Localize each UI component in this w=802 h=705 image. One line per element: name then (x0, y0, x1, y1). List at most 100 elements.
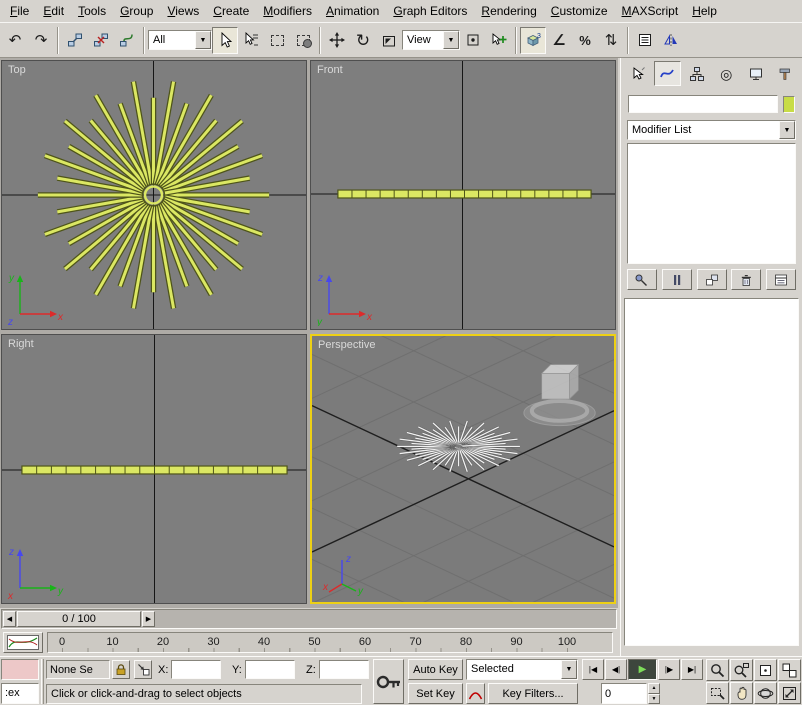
min-max-toggle-button[interactable] (778, 682, 801, 704)
menu-graph-editors[interactable]: Graph Editors (386, 1, 474, 21)
chevron-down-icon[interactable]: ▼ (779, 121, 795, 139)
remove-modifier-button[interactable] (731, 269, 761, 290)
menu-modifiers[interactable]: Modifiers (256, 1, 319, 21)
viewport-right[interactable]: Right z y x (1, 334, 307, 604)
zoom-extents-button[interactable] (754, 659, 777, 681)
tab-motion[interactable]: ◎ (713, 61, 740, 86)
rectangular-selection-button[interactable] (264, 27, 290, 54)
viewport-front[interactable]: Front z x y (310, 60, 616, 330)
menu-animation[interactable]: Animation (319, 1, 386, 21)
play-animation-button[interactable]: ▶ (628, 659, 657, 680)
auto-key-button[interactable]: Auto Key (408, 659, 463, 680)
viewport-label-right[interactable]: Right (8, 338, 34, 350)
tab-display[interactable] (742, 61, 769, 86)
menu-create[interactable]: Create (206, 1, 256, 21)
starburst-object-right[interactable] (22, 466, 287, 474)
tab-hierarchy[interactable] (683, 61, 710, 86)
menu-group[interactable]: Group (113, 1, 160, 21)
zoom-region-button[interactable] (706, 682, 729, 704)
select-and-move-button[interactable] (324, 27, 350, 54)
menu-rendering[interactable]: Rendering (474, 1, 543, 21)
spinner-snap-button[interactable]: ⇅ (598, 27, 624, 54)
viewport-label-perspective[interactable]: Perspective (318, 339, 375, 351)
x-coordinate-field[interactable] (171, 660, 221, 679)
previous-frame-arrow[interactable]: ◀ (3, 611, 16, 627)
modifier-list-dropdown[interactable]: Modifier List ▼ (627, 120, 796, 140)
named-selection-sets-button[interactable] (632, 27, 658, 54)
bind-to-spacewarp-button[interactable] (114, 27, 140, 54)
undo-button[interactable]: ↶ (2, 27, 28, 54)
make-unique-button[interactable] (697, 269, 727, 290)
key-filters-button[interactable]: Key Filters... (488, 683, 578, 704)
menu-tools[interactable]: Tools (71, 1, 113, 21)
mini-curve-editor-button[interactable] (3, 632, 43, 653)
tab-modify[interactable] (654, 61, 681, 86)
menu-views[interactable]: Views (160, 1, 206, 21)
spinner-down-button[interactable]: ▼ (648, 694, 660, 705)
zoom-extents-all-button[interactable] (778, 659, 801, 681)
viewport-top[interactable]: Top y x z (1, 60, 307, 330)
key-mode-dropdown[interactable]: Selected ▼ (466, 659, 578, 680)
time-slider-handle[interactable]: 0 / 100 (17, 611, 141, 627)
next-frame-button[interactable]: |▶ (658, 659, 680, 680)
select-by-name-button[interactable] (238, 27, 264, 54)
current-frame-field[interactable] (601, 683, 647, 704)
select-and-manipulate-button[interactable] (486, 27, 512, 54)
starburst-object-front[interactable] (338, 190, 591, 198)
reference-coord-dropdown[interactable]: View ▼ (402, 30, 460, 50)
next-frame-arrow[interactable]: ▶ (142, 611, 155, 627)
maxscript-listener-pane[interactable]: :ex (1, 683, 39, 704)
arc-rotate-button[interactable] (754, 682, 777, 704)
time-slider-track[interactable]: ◀ 0 / 100 ▶ (1, 609, 617, 629)
configure-modifier-sets-button[interactable] (766, 269, 796, 290)
set-key-button[interactable]: Set Key (408, 683, 463, 704)
select-object-button[interactable] (212, 27, 238, 54)
y-coordinate-field[interactable] (245, 660, 295, 679)
spinner-up-button[interactable]: ▲ (648, 683, 660, 694)
menu-maxscript[interactable]: MAXScript (615, 1, 686, 21)
redo-button[interactable]: ↷ (28, 27, 54, 54)
go-to-start-button[interactable]: |◀ (582, 659, 604, 680)
tab-utilities[interactable] (772, 61, 799, 86)
select-and-scale-button[interactable] (376, 27, 402, 54)
menu-edit[interactable]: Edit (36, 1, 71, 21)
menu-file[interactable]: File (3, 1, 36, 21)
selection-filter-dropdown[interactable]: All ▼ (148, 30, 212, 50)
menu-help[interactable]: Help (685, 1, 724, 21)
zoom-button[interactable] (706, 659, 729, 681)
object-color-swatch[interactable] (783, 96, 795, 113)
select-and-link-button[interactable] (62, 27, 88, 54)
angle-snap-button[interactable]: ∠ (546, 27, 572, 54)
zoom-all-button[interactable] (730, 659, 753, 681)
track-bar-ruler[interactable]: 0102030405060708090100 (47, 632, 613, 653)
use-center-button[interactable] (460, 27, 486, 54)
default-tangent-button[interactable] (466, 683, 485, 704)
viewport-label-front[interactable]: Front (317, 64, 343, 76)
listener-splitter[interactable] (41, 659, 44, 704)
pan-button[interactable] (730, 682, 753, 704)
previous-frame-button[interactable]: ◀| (605, 659, 627, 680)
show-end-result-button[interactable] (662, 269, 692, 290)
z-coordinate-field[interactable] (319, 660, 369, 679)
macro-recorder-pane[interactable] (1, 659, 39, 680)
tab-create[interactable] (624, 61, 651, 86)
chevron-down-icon[interactable]: ▼ (195, 31, 211, 49)
set-keys-button[interactable] (373, 659, 404, 704)
viewport-label-top[interactable]: Top (8, 64, 26, 76)
pin-stack-button[interactable] (627, 269, 657, 290)
modifier-stack-list[interactable] (627, 143, 796, 264)
select-and-rotate-button[interactable]: ↻ (350, 27, 376, 54)
snap-toggle-button[interactable]: 3 (520, 27, 546, 54)
menu-customize[interactable]: Customize (544, 1, 615, 21)
percent-snap-button[interactable]: % (572, 27, 598, 54)
chevron-down-icon[interactable]: ▼ (561, 660, 577, 679)
mirror-button[interactable] (658, 27, 684, 54)
viewport-perspective-active[interactable]: Perspective z x y (310, 334, 616, 604)
unlink-selection-button[interactable] (88, 27, 114, 54)
chevron-down-icon[interactable]: ▼ (443, 31, 459, 49)
selection-lock-button[interactable] (112, 660, 130, 679)
absolute-offset-toggle[interactable] (134, 660, 152, 679)
window-crossing-button[interactable] (290, 27, 316, 54)
object-name-field[interactable] (628, 95, 778, 113)
go-to-end-button[interactable]: ▶| (681, 659, 703, 680)
